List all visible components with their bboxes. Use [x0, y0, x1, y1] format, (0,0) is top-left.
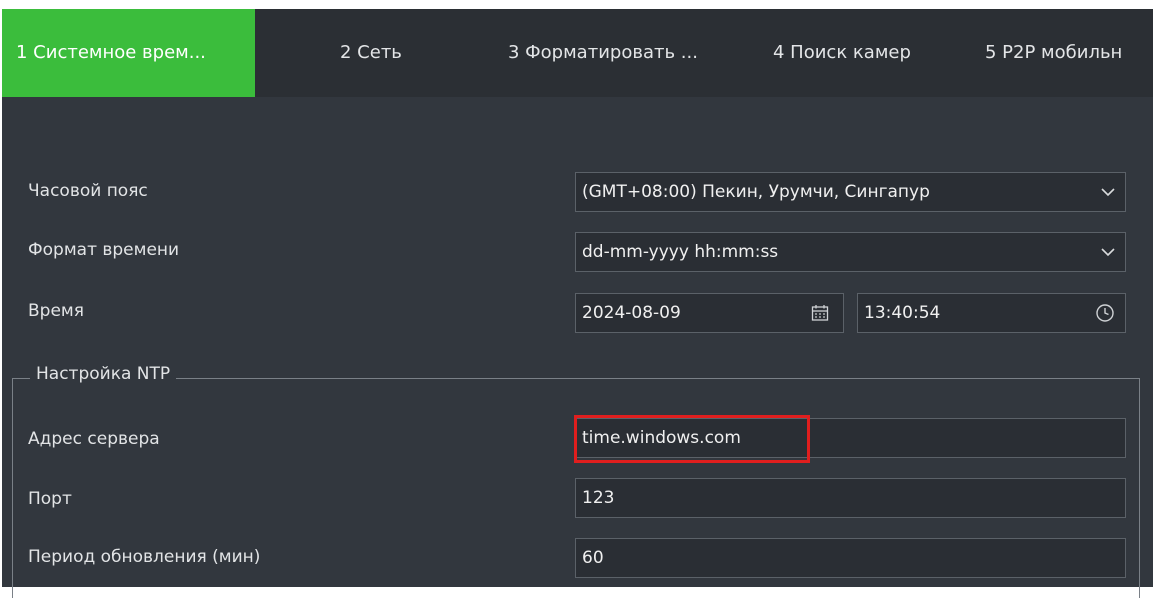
calendar-icon[interactable] — [811, 304, 829, 322]
server-address-input[interactable]: time.windows.com — [575, 418, 1126, 458]
timezone-select[interactable]: (GMT+08:00) Пекин, Урумчи, Сингапур — [575, 172, 1126, 212]
time-input[interactable]: 13:40:54 — [857, 293, 1126, 333]
time-format-select[interactable]: dd-mm-yyyy hh:mm:ss — [575, 232, 1126, 272]
date-input[interactable]: 2024-08-09 — [575, 293, 844, 333]
server-address-label: Адрес сервера — [28, 429, 160, 449]
timezone-value: (GMT+08:00) Пекин, Урумчи, Сингапур — [582, 182, 930, 202]
timezone-label: Часовой пояс — [28, 181, 148, 201]
time-format-value: dd-mm-yyyy hh:mm:ss — [582, 242, 779, 262]
update-period-label: Период обновления (мин) — [28, 547, 261, 567]
time-label: Время — [28, 301, 84, 321]
port-value: 123 — [582, 488, 615, 508]
tab-p2p-mobile[interactable]: 5 P2P мобильн — [985, 9, 1153, 97]
app-window: 1 Системное врем... 2 Сеть 3 Форматирова… — [0, 0, 1153, 598]
ntp-settings-legend: Настройка NTP — [30, 364, 177, 384]
date-value: 2024-08-09 — [582, 303, 681, 323]
port-label: Порт — [28, 489, 72, 509]
tab-network[interactable]: 2 Сеть — [340, 9, 470, 97]
tab-camera-search[interactable]: 4 Поиск камер — [773, 9, 953, 97]
time-format-label: Формат времени — [28, 240, 180, 260]
chevron-down-icon — [1101, 247, 1115, 257]
server-address-value: time.windows.com — [582, 428, 741, 448]
update-period-value: 60 — [582, 548, 604, 568]
tab-format[interactable]: 3 Форматировать ... — [508, 9, 748, 97]
tab-bar: 1 Системное врем... 2 Сеть 3 Форматирова… — [2, 9, 1153, 97]
time-value: 13:40:54 — [864, 303, 941, 323]
tab-system-time[interactable]: 1 Системное врем... — [2, 9, 255, 97]
port-input[interactable]: 123 — [575, 478, 1126, 518]
clock-icon[interactable] — [1095, 303, 1115, 323]
update-period-input[interactable]: 60 — [575, 538, 1126, 578]
chevron-down-icon — [1101, 187, 1115, 197]
